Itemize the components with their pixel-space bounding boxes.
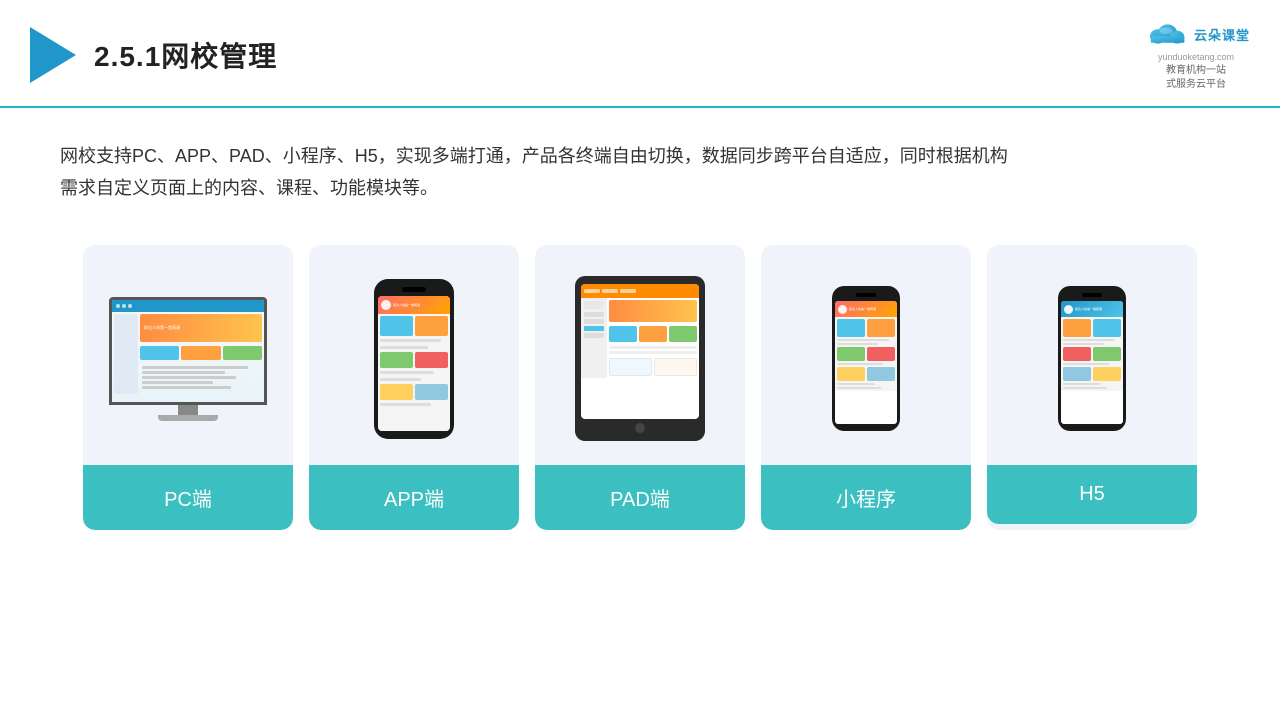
- mini-phone-screen: 职达人的第一堂网课: [835, 301, 897, 424]
- cloud-icon: [1142, 18, 1190, 50]
- miniprogram-phone-icon: 职达人的第一堂网课: [832, 286, 900, 431]
- brand-tagline: 教育机构一站 式服务云平台: [1166, 64, 1226, 92]
- mini-phone-notch: [856, 293, 876, 297]
- h5-label: H5: [987, 465, 1197, 524]
- miniprogram-image-area: 职达人的第一堂网课: [761, 245, 971, 465]
- platform-cards: 职达人的第一堂网课: [0, 215, 1280, 570]
- phone-screen: 职达人的第一堂网课: [378, 296, 450, 431]
- pad-label: PAD端: [535, 465, 745, 530]
- miniprogram-card: 职达人的第一堂网课: [761, 245, 971, 530]
- header: 2.5.1网校管理 云朵课堂 yunduoketang.com 教育机构: [0, 0, 1280, 108]
- brand-url: yunduoketang.com: [1158, 52, 1234, 62]
- page-title: 2.5.1网校管理: [94, 35, 277, 75]
- app-card: 职达人的第一堂网课: [309, 245, 519, 530]
- miniprogram-label: 小程序: [761, 465, 971, 530]
- app-image-area: 职达人的第一堂网课: [309, 245, 519, 465]
- pc-card: 职达人的第一堂网课: [83, 245, 293, 530]
- brand-logo: 云朵课堂 yunduoketang.com 教育机构一站 式服务云平台: [1142, 18, 1250, 92]
- header-left: 2.5.1网校管理: [30, 27, 277, 83]
- phone-notch: [402, 287, 426, 292]
- app-phone-icon: 职达人的第一堂网课: [374, 279, 454, 439]
- brand-icon-area: 云朵课堂: [1142, 18, 1250, 50]
- description-text: 网校支持PC、APP、PAD、小程序、H5，实现多端打通，产品各终端自由切换，数…: [0, 108, 1280, 215]
- h5-phone-notch: [1082, 293, 1102, 297]
- h5-image-area: 职达人的第一堂网课: [987, 245, 1197, 465]
- h5-phone-screen: 职达人的第一堂网课: [1061, 301, 1123, 424]
- pad-card: PAD端: [535, 245, 745, 530]
- pc-label: PC端: [83, 465, 293, 530]
- brand-name: 云朵课堂: [1194, 25, 1250, 44]
- app-label: APP端: [309, 465, 519, 530]
- h5-phone-icon: 职达人的第一堂网课: [1058, 286, 1126, 431]
- pad-image-area: [535, 245, 745, 465]
- pc-image-area: 职达人的第一堂网课: [83, 245, 293, 465]
- pc-monitor-icon: 职达人的第一堂网课: [109, 297, 267, 421]
- logo-triangle-icon: [30, 27, 76, 83]
- h5-card: 职达人的第一堂网课: [987, 245, 1197, 530]
- pad-tablet-icon: [575, 276, 705, 441]
